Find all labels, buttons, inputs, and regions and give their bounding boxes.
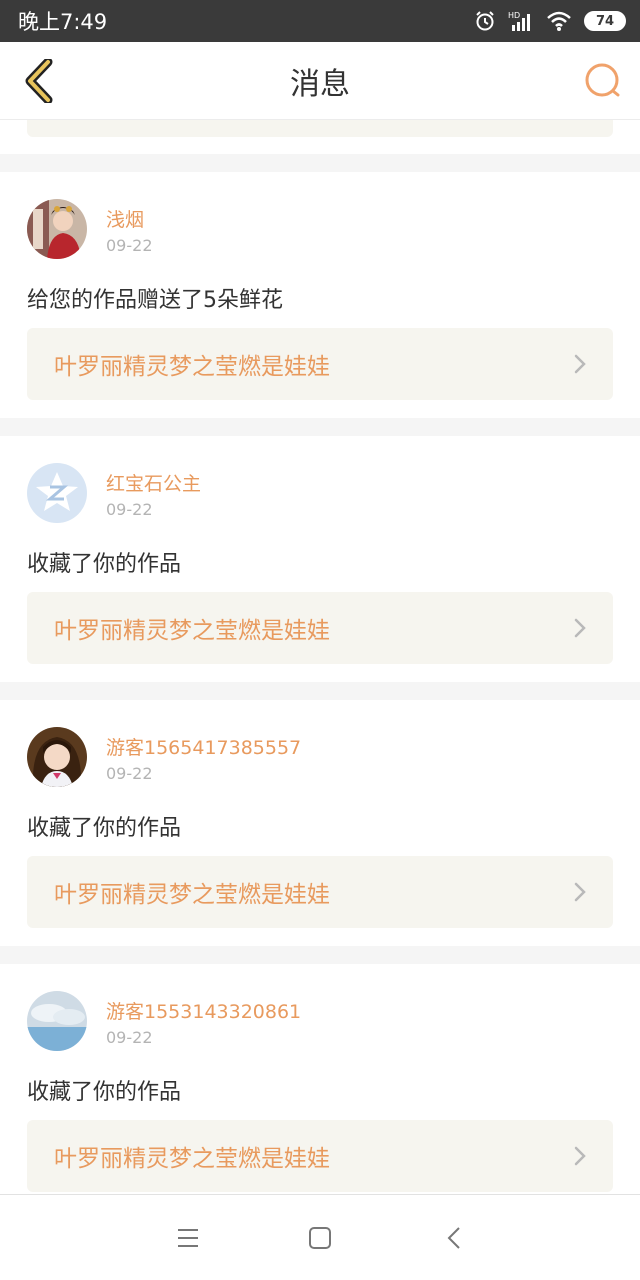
message-action: 收藏了你的作品 (27, 1080, 182, 1105)
message-action: 收藏了你的作品 (27, 816, 182, 841)
partial-message-card (0, 120, 640, 154)
portrait-avatar-icon (27, 199, 87, 259)
user-avatar[interactable] (27, 727, 87, 787)
menu-button[interactable] (172, 1223, 204, 1253)
message-card: 浅烟 09-22 给您的作品赠送了5朵鲜花 叶罗丽精灵梦之莹燃是娃娃 (0, 172, 640, 418)
chevron-right-icon (574, 1146, 586, 1166)
work-link[interactable]: 叶罗丽精灵梦之莹燃是娃娃 (27, 856, 613, 928)
user-avatar[interactable] (27, 199, 87, 259)
menu-icon (178, 1229, 198, 1247)
search-icon (585, 63, 620, 97)
message-date: 09-22 (106, 236, 153, 255)
partial-work-link[interactable] (27, 120, 613, 137)
battery-level: 74 (595, 13, 615, 29)
message-date: 09-22 (106, 500, 153, 519)
home-button[interactable] (304, 1223, 336, 1253)
message-date: 09-22 (106, 764, 153, 783)
search-button[interactable] (580, 58, 626, 104)
header-bar: 消息 (0, 42, 640, 120)
battery-icon: 74 (584, 11, 626, 31)
work-title: 叶罗丽精灵梦之莹燃是娃娃 (54, 354, 330, 380)
message-action: 给您的作品赠送了5朵鲜花 (27, 288, 283, 313)
user-avatar[interactable] (27, 463, 87, 523)
message-date: 09-22 (106, 1028, 153, 1047)
username[interactable]: 浅烟 (106, 205, 144, 232)
nav-back-icon (447, 1227, 460, 1249)
message-card: 游客1565417385557 09-22 收藏了你的作品 叶罗丽精灵梦之莹燃是… (0, 700, 640, 946)
nav-back-button[interactable] (438, 1223, 470, 1253)
wifi-icon (547, 11, 571, 31)
username[interactable]: 红宝石公主 (106, 469, 201, 496)
alarm-icon (476, 11, 494, 31)
back-button[interactable] (14, 56, 64, 106)
message-action: 收藏了你的作品 (27, 552, 182, 577)
username[interactable]: 游客1565417385557 (106, 733, 301, 760)
message-list[interactable]: 浅烟 09-22 给您的作品赠送了5朵鲜花 叶罗丽精灵梦之莹燃是娃娃 红宝石公主… (0, 120, 640, 1194)
svg-text:HD: HD (508, 11, 520, 20)
username[interactable]: 游客1553143320861 (106, 997, 301, 1024)
chevron-right-icon (574, 618, 586, 638)
message-card: 游客1553143320861 09-22 收藏了你的作品 叶罗丽精灵梦之莹燃是… (0, 964, 640, 1194)
work-link[interactable]: 叶罗丽精灵梦之莹燃是娃娃 (27, 1120, 613, 1192)
signal-icon: HD (508, 11, 530, 31)
default-z-avatar-icon (27, 463, 87, 523)
work-link[interactable]: 叶罗丽精灵梦之莹燃是娃娃 (27, 592, 613, 664)
status-icons: HD 74 (474, 10, 626, 32)
user-avatar[interactable] (27, 991, 87, 1051)
back-chevron-icon (25, 59, 53, 103)
work-title: 叶罗丽精灵梦之莹燃是娃娃 (54, 882, 330, 908)
system-nav-bar (0, 1194, 640, 1280)
chevron-right-icon (574, 354, 586, 374)
page-title: 消息 (290, 66, 350, 102)
work-link[interactable]: 叶罗丽精灵梦之莹燃是娃娃 (27, 328, 613, 400)
status-time: 晚上7:49 (18, 10, 108, 34)
work-title: 叶罗丽精灵梦之莹燃是娃娃 (54, 618, 330, 644)
work-title: 叶罗丽精灵梦之莹燃是娃娃 (54, 1146, 330, 1172)
sky-avatar-icon (27, 991, 87, 1051)
chevron-right-icon (574, 882, 586, 902)
status-bar: 晚上7:49 HD 74 (0, 0, 640, 42)
message-card: 红宝石公主 09-22 收藏了你的作品 叶罗丽精灵梦之莹燃是娃娃 (0, 436, 640, 682)
home-square-icon (309, 1227, 331, 1249)
girl-avatar-icon (27, 727, 87, 787)
